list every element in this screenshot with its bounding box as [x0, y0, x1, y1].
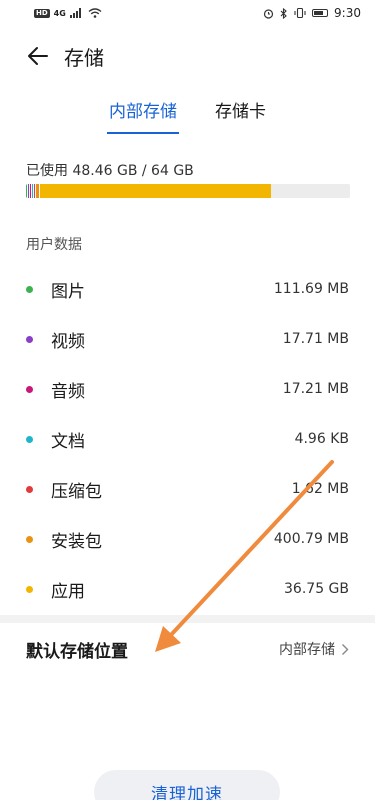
- arrow-left-icon: [28, 47, 48, 65]
- list-item-documents[interactable]: 文档 4.96 KB: [0, 414, 375, 464]
- item-size: 1.62 MB: [291, 481, 349, 497]
- list-item-videos[interactable]: 视频 17.71 MB: [0, 314, 375, 364]
- color-dot: [26, 435, 33, 443]
- item-size: 36.75 GB: [284, 581, 349, 597]
- default-storage-value: 内部存储: [279, 642, 335, 658]
- item-size: 111.69 MB: [273, 281, 349, 297]
- item-size: 17.71 MB: [282, 331, 349, 347]
- default-storage-value-wrap: 内部存储: [279, 639, 349, 659]
- signal-icon: [69, 8, 81, 18]
- list-item-apps[interactable]: 应用 36.75 GB: [0, 564, 375, 614]
- clean-accelerate-button[interactable]: 清理加速: [94, 770, 280, 800]
- bluetooth-icon: [280, 7, 287, 19]
- app-header: 存储: [0, 38, 375, 74]
- list-item-packages[interactable]: 安装包 400.79 MB: [0, 514, 375, 564]
- item-label: 安装包: [51, 531, 102, 552]
- item-label: 图片: [51, 281, 85, 302]
- status-bar: HD 4G 9:30: [0, 0, 375, 26]
- page-title: 存储: [64, 45, 104, 70]
- status-right: 9:30: [263, 6, 361, 20]
- color-dot: [26, 285, 33, 293]
- item-label: 压缩包: [51, 481, 102, 502]
- wifi-icon: [88, 8, 102, 18]
- hd-badge: HD: [34, 8, 50, 18]
- color-dot: [26, 585, 33, 593]
- color-dot: [26, 335, 33, 343]
- section-label-user-data: 用户数据: [26, 237, 82, 253]
- default-storage-label: 默认存储位置: [26, 641, 128, 662]
- item-label: 文档: [51, 431, 85, 452]
- list-item-archives[interactable]: 压缩包 1.62 MB: [0, 464, 375, 514]
- battery-icon: [312, 9, 329, 17]
- chevron-right-icon: [342, 643, 349, 655]
- usage-bar-segment: [39, 184, 272, 198]
- color-dot: [26, 535, 33, 543]
- item-label: 应用: [51, 581, 85, 602]
- item-size: 400.79 MB: [273, 531, 349, 547]
- storage-category-list: 图片 111.69 MB 视频 17.71 MB 音频 17.21 MB 文档 …: [0, 264, 375, 614]
- usage-summary: 已使用 48.46 GB / 64 GB: [26, 163, 194, 179]
- item-label: 视频: [51, 331, 85, 352]
- storage-tabs: 内部存储 存储卡: [0, 98, 375, 134]
- list-item-photos[interactable]: 图片 111.69 MB: [0, 264, 375, 314]
- usage-bar: [26, 184, 350, 198]
- network-type: 4G: [53, 8, 66, 18]
- item-size: 4.96 KB: [294, 431, 349, 447]
- status-left: HD 4G: [34, 8, 102, 18]
- alarm-icon: [263, 8, 274, 19]
- item-label: 音频: [51, 381, 85, 402]
- back-button[interactable]: [18, 38, 58, 74]
- status-time: 9:30: [334, 6, 361, 20]
- color-dot: [26, 485, 33, 493]
- list-item-audio[interactable]: 音频 17.21 MB: [0, 364, 375, 414]
- item-size: 17.21 MB: [282, 381, 349, 397]
- default-storage-location-row[interactable]: 默认存储位置 内部存储: [0, 626, 375, 672]
- vibrate-icon: [294, 8, 306, 18]
- tab-sd-card[interactable]: 存储卡: [213, 98, 268, 134]
- color-dot: [26, 385, 33, 393]
- section-divider: [0, 615, 375, 623]
- tab-internal-storage[interactable]: 内部存储: [107, 98, 179, 134]
